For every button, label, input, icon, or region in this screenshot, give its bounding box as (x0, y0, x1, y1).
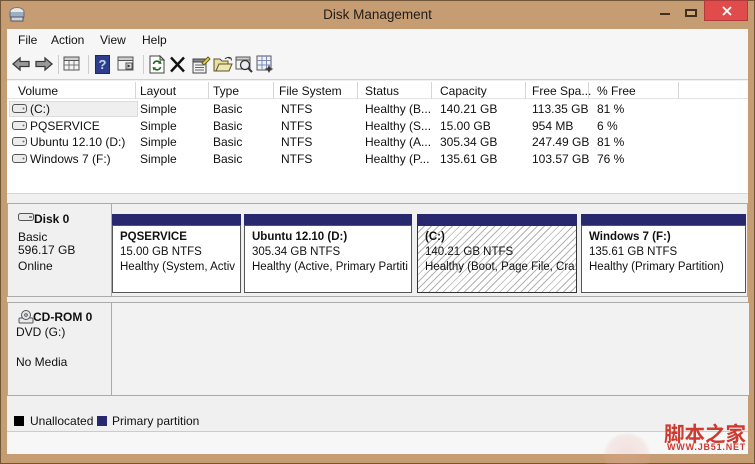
svg-text:?: ? (99, 57, 107, 72)
